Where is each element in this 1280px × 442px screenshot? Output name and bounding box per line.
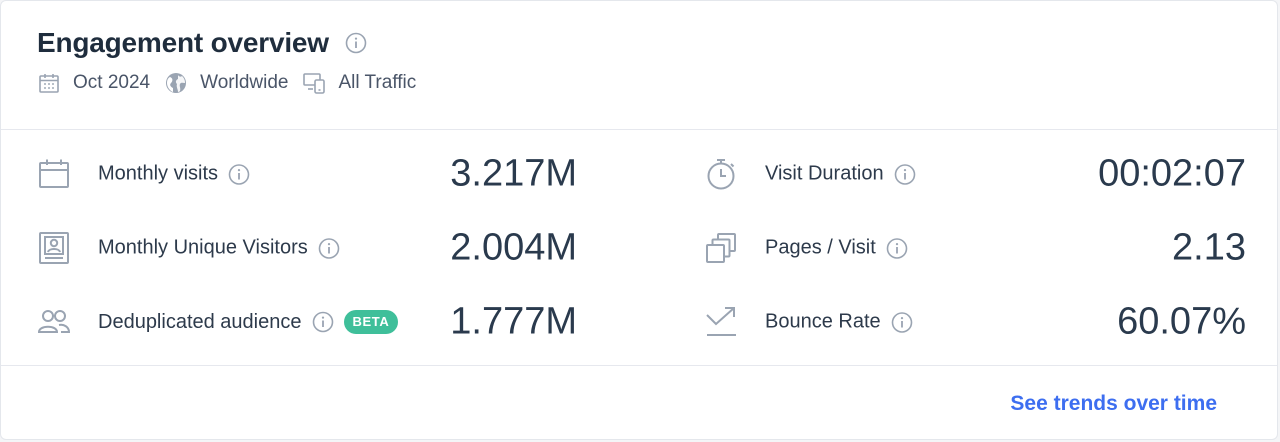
metric-monthly-unique-visitors: Monthly Unique Visitors 2.004M bbox=[37, 211, 581, 285]
metric-label-text: Pages / Visit bbox=[765, 236, 876, 259]
people-icon bbox=[37, 305, 71, 339]
filter-region[interactable]: Worldwide bbox=[164, 71, 288, 95]
metric-monthly-visits: Monthly visits 3.217M bbox=[37, 137, 581, 211]
metric-label: Monthly Unique Visitors bbox=[98, 237, 340, 260]
metric-label-text: Visit Duration bbox=[765, 162, 884, 185]
filter-date[interactable]: Oct 2024 bbox=[37, 71, 150, 95]
metric-value: 2.004M bbox=[450, 226, 577, 269]
metric-label: Visit Duration bbox=[765, 163, 916, 186]
id-card-icon bbox=[37, 231, 71, 265]
metric-deduplicated-audience: Deduplicated audience BETA 1.777M bbox=[37, 285, 581, 359]
stopwatch-icon bbox=[704, 157, 738, 191]
metric-label: Deduplicated audience BETA bbox=[98, 310, 399, 334]
metric-value: 3.217M bbox=[450, 152, 577, 195]
metric-label: Pages / Visit bbox=[765, 237, 908, 260]
metric-label-text: Deduplicated audience bbox=[98, 310, 302, 333]
filter-traffic[interactable]: All Traffic bbox=[302, 71, 416, 95]
info-icon[interactable] bbox=[894, 163, 916, 185]
info-icon[interactable] bbox=[891, 311, 913, 333]
globe-icon bbox=[164, 71, 188, 95]
metrics-grid: Monthly visits 3.217M Monthly Unique Vis… bbox=[1, 129, 1277, 366]
card-title: Engagement overview bbox=[37, 27, 329, 58]
metric-value: 2.13 bbox=[1172, 226, 1246, 269]
calendar-page-icon bbox=[37, 157, 71, 191]
info-icon[interactable] bbox=[312, 311, 334, 333]
filter-date-label: Oct 2024 bbox=[73, 72, 151, 93]
devices-icon bbox=[302, 71, 326, 95]
metric-label: Bounce Rate bbox=[765, 311, 913, 334]
metric-value: 00:02:07 bbox=[1098, 152, 1246, 195]
info-icon[interactable] bbox=[886, 237, 908, 259]
metric-bounce-rate: Bounce Rate 60.07% bbox=[704, 285, 1246, 359]
card-footer: See trends over time bbox=[1, 365, 1277, 441]
metric-label-text: Monthly Unique Visitors bbox=[98, 236, 308, 259]
metric-label: Monthly visits bbox=[98, 163, 250, 186]
filter-traffic-label: All Traffic bbox=[338, 72, 417, 93]
metric-label-text: Monthly visits bbox=[98, 162, 219, 185]
stacked-pages-icon bbox=[704, 231, 738, 265]
metric-visit-duration: Visit Duration 00:02:07 bbox=[704, 137, 1246, 211]
metric-value: 60.07% bbox=[1117, 300, 1246, 343]
info-icon[interactable] bbox=[318, 237, 340, 259]
card-header: Engagement overview Oct 2024 Worldwide A… bbox=[1, 1, 1277, 130]
filter-region-label: Worldwide bbox=[200, 72, 289, 93]
info-icon[interactable] bbox=[345, 32, 367, 54]
metric-value: 1.777M bbox=[450, 300, 577, 343]
beta-badge: BETA bbox=[343, 310, 399, 334]
metric-label-text: Bounce Rate bbox=[765, 310, 881, 333]
metric-pages-per-visit: Pages / Visit 2.13 bbox=[704, 211, 1246, 285]
filter-bar: Oct 2024 Worldwide All Traffic bbox=[37, 69, 430, 97]
bounce-arrow-icon bbox=[704, 305, 738, 339]
calendar-icon bbox=[37, 71, 61, 95]
info-icon[interactable] bbox=[228, 163, 250, 185]
see-trends-link[interactable]: See trends over time bbox=[1010, 392, 1217, 416]
engagement-overview-card: Engagement overview Oct 2024 Worldwide A… bbox=[0, 0, 1278, 440]
